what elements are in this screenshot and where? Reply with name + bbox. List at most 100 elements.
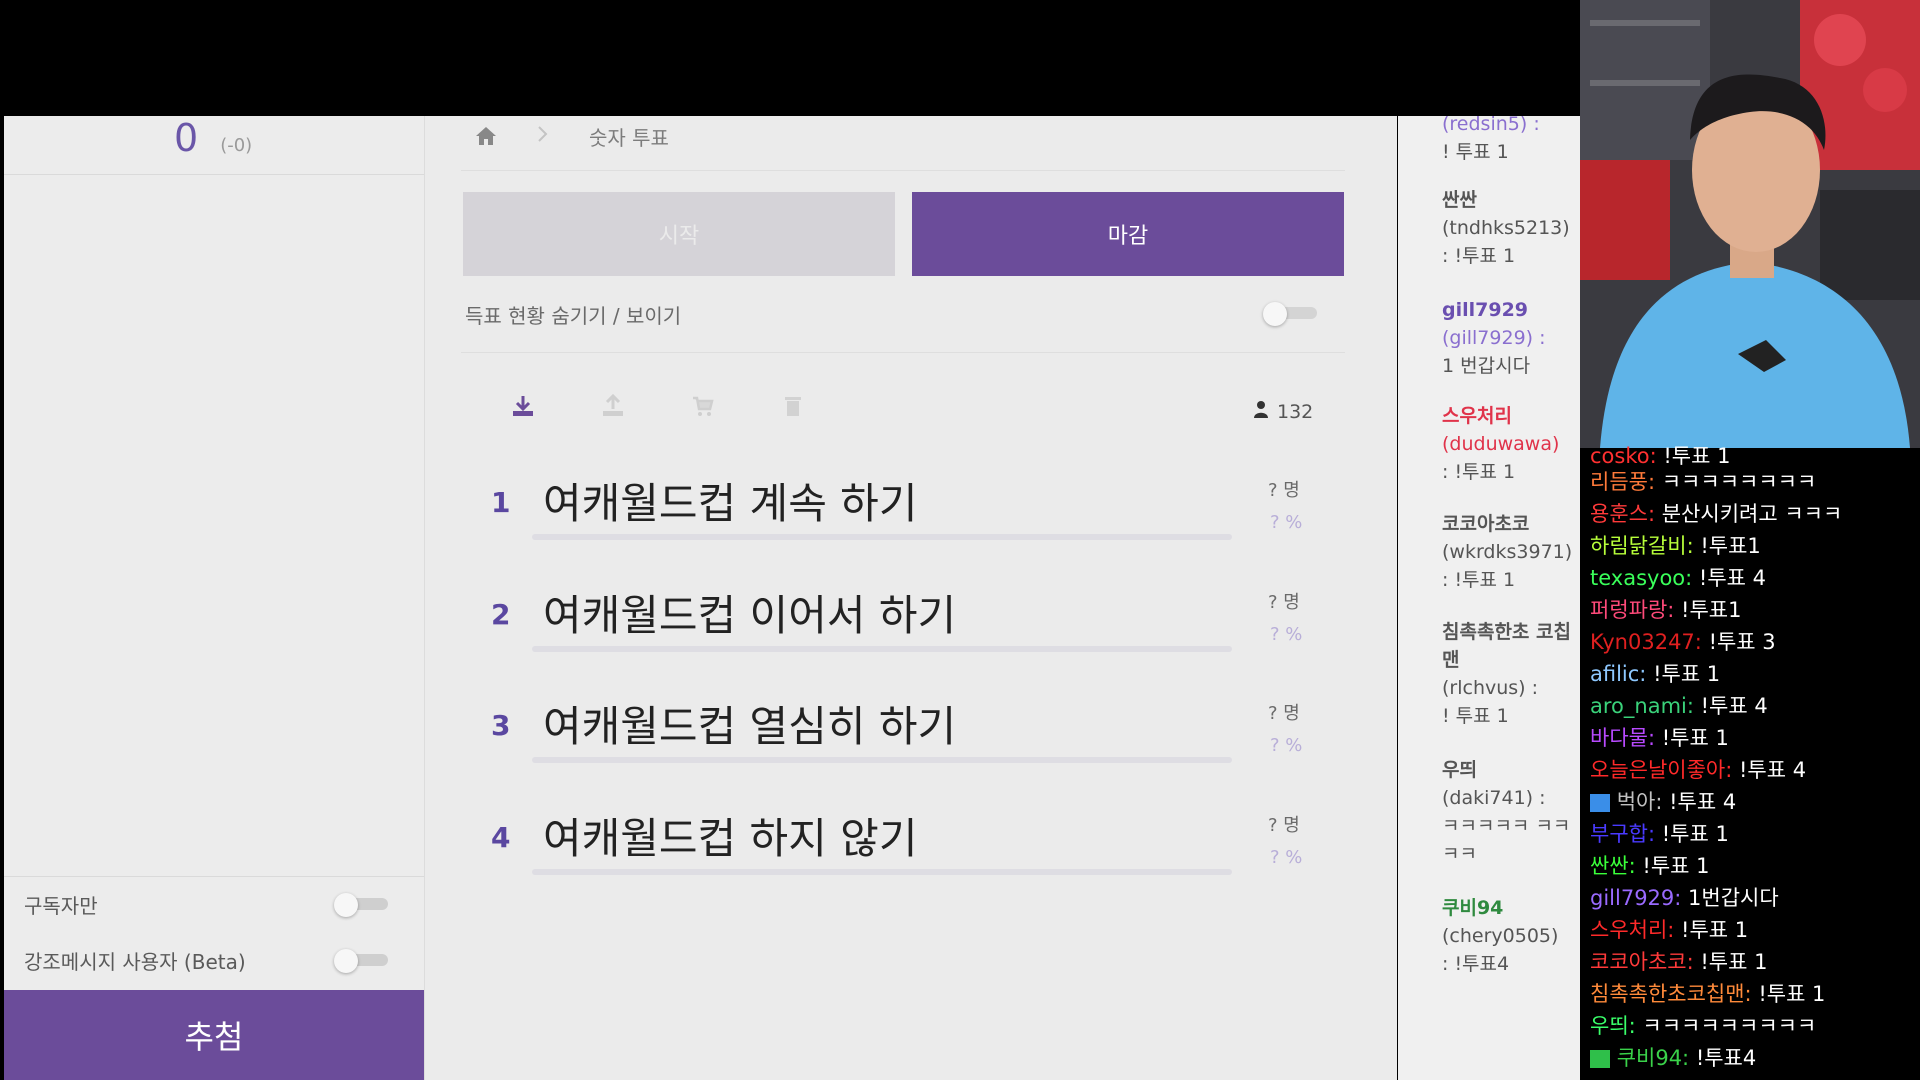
vote-chat-user-id: (duduwawa) <box>1442 433 1560 455</box>
voter-count-value: 132 <box>1277 400 1314 423</box>
vote-chat-nick: 코코아초코 <box>1442 513 1530 535</box>
chat-message: 퍼렁파랑: !투표1 <box>1590 594 1741 624</box>
poll-item-bar <box>532 646 1232 652</box>
chat-text: 분산시키려고 ㅋㅋㅋ <box>1661 502 1843 526</box>
chat-nick: 퍼렁파랑: <box>1590 598 1675 622</box>
webcam-image <box>1580 0 1920 448</box>
vote-chat-log: (redsin5) : ! 투표 1 싼싼 (tndhks5213) : !투표… <box>1398 113 1580 1080</box>
chat-text: !투표 4 <box>1700 694 1768 718</box>
chat-nick: afilic: <box>1590 662 1647 686</box>
vote-chat-text: ! 투표 1 <box>1442 141 1509 163</box>
poll-item-number: 4 <box>491 821 511 854</box>
chat-message: gill7929: 1번갑시다 <box>1590 882 1779 912</box>
chat-text: !투표 4 <box>1698 566 1767 590</box>
vote-chat-user-id: (daki741) : <box>1442 787 1546 809</box>
chat-nick: 용훈스: <box>1590 502 1656 526</box>
webcam-feed <box>1580 0 1920 448</box>
divider <box>4 174 424 175</box>
chat-text: !투표 1 <box>1663 444 1731 468</box>
hide-results-label: 득표 현황 숨기기 / 보이기 <box>465 304 682 328</box>
divider <box>4 876 424 877</box>
subscriber-only-toggle[interactable] <box>334 893 394 917</box>
trash-icon[interactable] <box>781 394 805 418</box>
chat-text: !투표 1 <box>1681 918 1749 942</box>
chat-text: ㅋㅋㅋㅋㅋㅋㅋㅋ <box>1661 470 1817 494</box>
vote-chat-nick: 싼싼 <box>1442 189 1477 211</box>
draw-button[interactable]: 추첨 <box>4 990 424 1080</box>
chat-nick: Kyn03247: <box>1590 630 1702 654</box>
chat-message: afilic: !투표 1 <box>1590 658 1720 688</box>
poll-item-bar <box>532 757 1232 763</box>
poll-item[interactable]: 4 여캐월드컵 하지 않기 ? 명 ? % <box>487 805 1327 905</box>
chat-text: !투표 1 <box>1653 662 1721 686</box>
poll-item-count: ? 명 <box>1268 480 1300 501</box>
chat-message: 코코아초코: !투표 1 <box>1590 946 1767 976</box>
vote-chat-message: gill7929 (gill7929) : 1 번갑시다 <box>1442 296 1576 380</box>
vote-chat-user-id: (wkrdks3971) <box>1442 541 1573 563</box>
vote-chat-user-id: (tndhks5213) <box>1442 217 1570 239</box>
upload-icon[interactable] <box>601 393 625 418</box>
hide-results-toggle[interactable] <box>1263 302 1323 326</box>
chat-nick: gill7929: <box>1590 886 1682 910</box>
vote-chat-text: ! 투표 1 <box>1442 705 1509 727</box>
chat-nick: 하림닭갈비: <box>1590 534 1694 558</box>
chat-text: !투표 3 <box>1708 630 1776 654</box>
poll-item[interactable]: 3 여캐월드컵 열심히 하기 ? 명 ? % <box>487 693 1327 793</box>
poll-item-label: 여캐월드컵 하지 않기 <box>543 814 918 863</box>
highlight-row: 강조메시지 사용자 (Beta) <box>24 942 394 978</box>
poll-item-percent: ? % <box>1270 512 1303 533</box>
poll-item-count: ? 명 <box>1268 703 1300 724</box>
poll-item-label: 여캐월드컵 계속 하기 <box>543 479 918 528</box>
vote-chat-text: 1 번갑시다 <box>1442 355 1531 377</box>
chat-text: !투표 1 <box>1642 854 1710 878</box>
chat-message: 하림닭갈비: !투표1 <box>1590 530 1761 560</box>
toggle-knob <box>1263 302 1287 326</box>
chat-text: !투표 1 <box>1661 726 1729 750</box>
vote-chat-text: : !투표 1 <box>1442 461 1516 483</box>
start-button[interactable]: 시작 <box>463 192 895 276</box>
vote-chat-user-id: (redsin5) : <box>1442 113 1540 135</box>
end-button[interactable]: 마감 <box>912 192 1344 276</box>
poll-item-number: 2 <box>491 598 511 631</box>
left-panel: 0 (-0) 구독자만 강조메시지 사용자 (Beta) 추첨 <box>4 116 425 1080</box>
chat-text: !투표 4 <box>1669 790 1737 814</box>
breadcrumb-current: 숫자 투표 <box>589 125 669 150</box>
poll-item-count: ? 명 <box>1268 815 1300 836</box>
chat-message: aro_nami: !투표 4 <box>1590 690 1768 720</box>
chat-nick: 우띄: <box>1590 1014 1636 1038</box>
score-value: 0 <box>174 116 199 160</box>
chat-message: 리듬풍: ㅋㅋㅋㅋㅋㅋㅋㅋ <box>1590 466 1816 496</box>
chat-message: 용훈스: 분산시키려고 ㅋㅋㅋ <box>1590 498 1842 528</box>
divider <box>461 170 1345 171</box>
chat-message: 바다물: !투표 1 <box>1590 722 1729 752</box>
toggle-knob <box>334 893 358 917</box>
cart-icon[interactable] <box>691 394 715 418</box>
chat-message: 벅아: !투표 4 <box>1590 786 1736 816</box>
download-icon[interactable] <box>511 394 535 418</box>
poll-item-number: 1 <box>491 486 511 519</box>
highlight-toggle[interactable] <box>334 949 394 973</box>
divider <box>461 352 1345 353</box>
vote-chat-message: 침촉촉한초 코칩맨 (rlchvus) : ! 투표 1 <box>1442 618 1576 730</box>
vote-chat-message: 우띄 (daki741) : ㅋㅋㅋㅋㅋ ㅋㅋㅋㅋ <box>1442 756 1576 868</box>
vote-chat-message: 코코아초코 (wkrdks3971) : !투표 1 <box>1442 510 1576 594</box>
chat-text: !투표1 <box>1681 598 1742 622</box>
toggle-knob <box>334 949 358 973</box>
highlight-label: 강조메시지 사용자 (Beta) <box>24 949 246 974</box>
poll-item-percent: ? % <box>1270 624 1303 645</box>
voter-count: 132 <box>1253 400 1313 423</box>
vote-chat-nick: 우띄 <box>1442 759 1477 781</box>
crown-icon <box>1590 794 1610 812</box>
user-icon <box>1253 400 1269 423</box>
poll-item[interactable]: 2 여캐월드컵 이어서 하기 ? 명 ? % <box>487 582 1327 682</box>
chat-message: 부구합: !투표 1 <box>1590 818 1729 848</box>
home-icon[interactable] <box>475 126 497 146</box>
vote-chat-user-id: (chery0505) <box>1442 925 1559 947</box>
poll-item[interactable]: 1 여캐월드컵 계속 하기 ? 명 ? % <box>487 470 1327 570</box>
chat-text: !투표 4 <box>1739 758 1807 782</box>
chat-message: 스우처리: !투표 1 <box>1590 914 1748 944</box>
vote-panel: 숫자 투표 시작 마감 득표 현황 숨기기 / 보이기 132 1 여캐월드컵 … <box>425 116 1397 1080</box>
chat-nick: aro_nami: <box>1590 694 1694 718</box>
chat-nick: 쿠비94: <box>1616 1046 1690 1070</box>
chat-text: !투표4 <box>1695 1046 1757 1070</box>
